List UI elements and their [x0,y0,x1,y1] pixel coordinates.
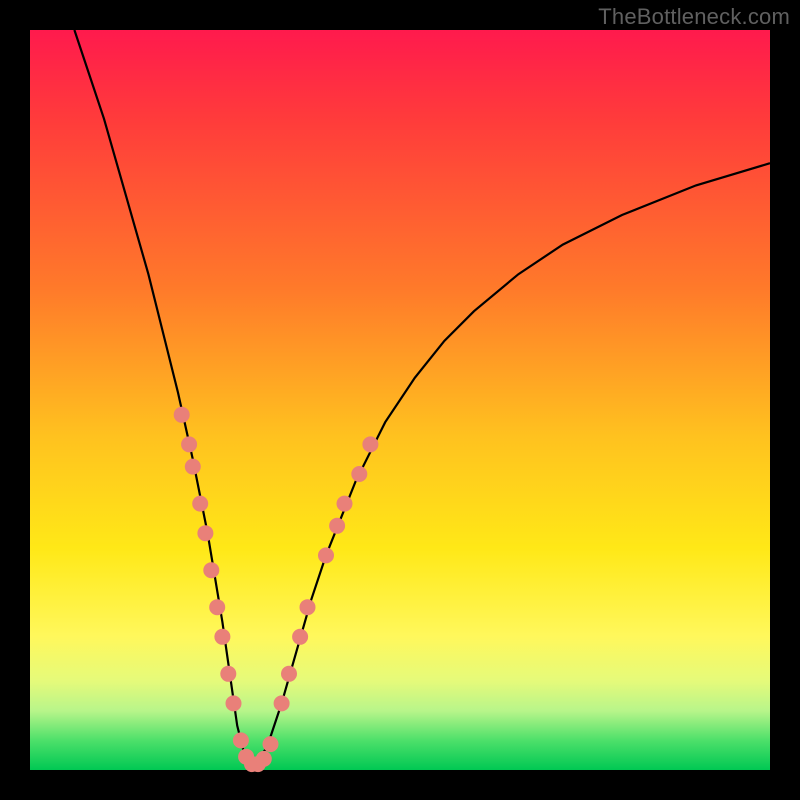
data-point [209,599,225,615]
data-point [214,629,230,645]
data-point [185,459,201,475]
curve-svg [30,30,770,770]
data-point [281,666,297,682]
data-point [226,695,242,711]
data-point [318,547,334,563]
plot-area [30,30,770,770]
data-point [292,629,308,645]
chart-canvas: TheBottleneck.com [0,0,800,800]
data-point [300,599,316,615]
data-point [274,695,290,711]
data-point [362,436,378,452]
data-point [181,436,197,452]
data-point [233,732,249,748]
data-point [351,466,367,482]
data-point [256,751,272,767]
data-point [203,562,219,578]
data-point [220,666,236,682]
data-point [197,525,213,541]
bottleneck-curve [74,30,770,766]
watermark-text: TheBottleneck.com [598,4,790,30]
data-point [329,518,345,534]
data-point [192,496,208,512]
data-point [337,496,353,512]
data-point [263,736,279,752]
data-point [174,407,190,423]
